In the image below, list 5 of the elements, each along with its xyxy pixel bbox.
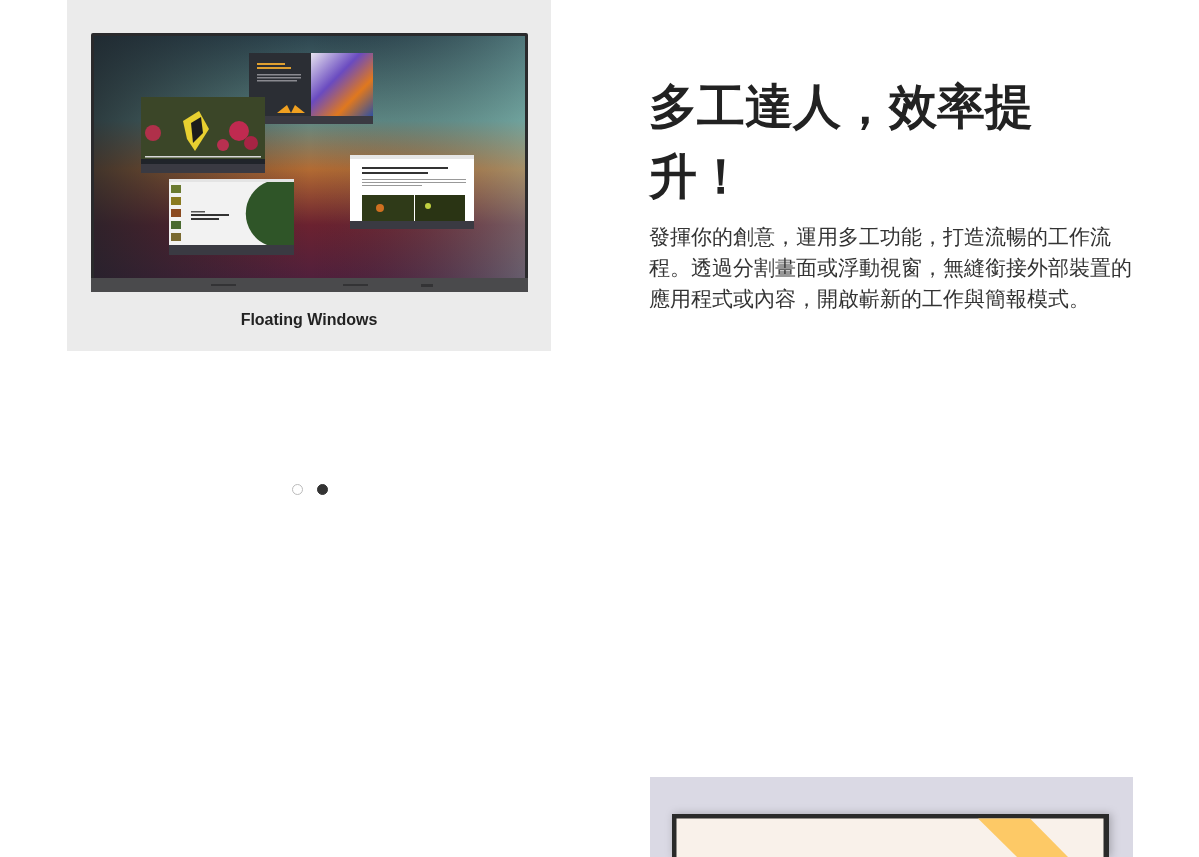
image-caption: Floating Windows [240,310,378,330]
carousel-dot[interactable] [292,484,303,495]
carousel-dot[interactable] [317,484,328,495]
section-description: 發揮你的創意，運用多工功能，打造流暢的工作流程。透過分割畫面或浮動視窗，無縫銜接外部裝置的應用程式或內容，開啟嶄新的工作與簡報模式。 [649,224,1133,312]
section-heading: 多工達人，效率提升！ [649,79,1034,205]
